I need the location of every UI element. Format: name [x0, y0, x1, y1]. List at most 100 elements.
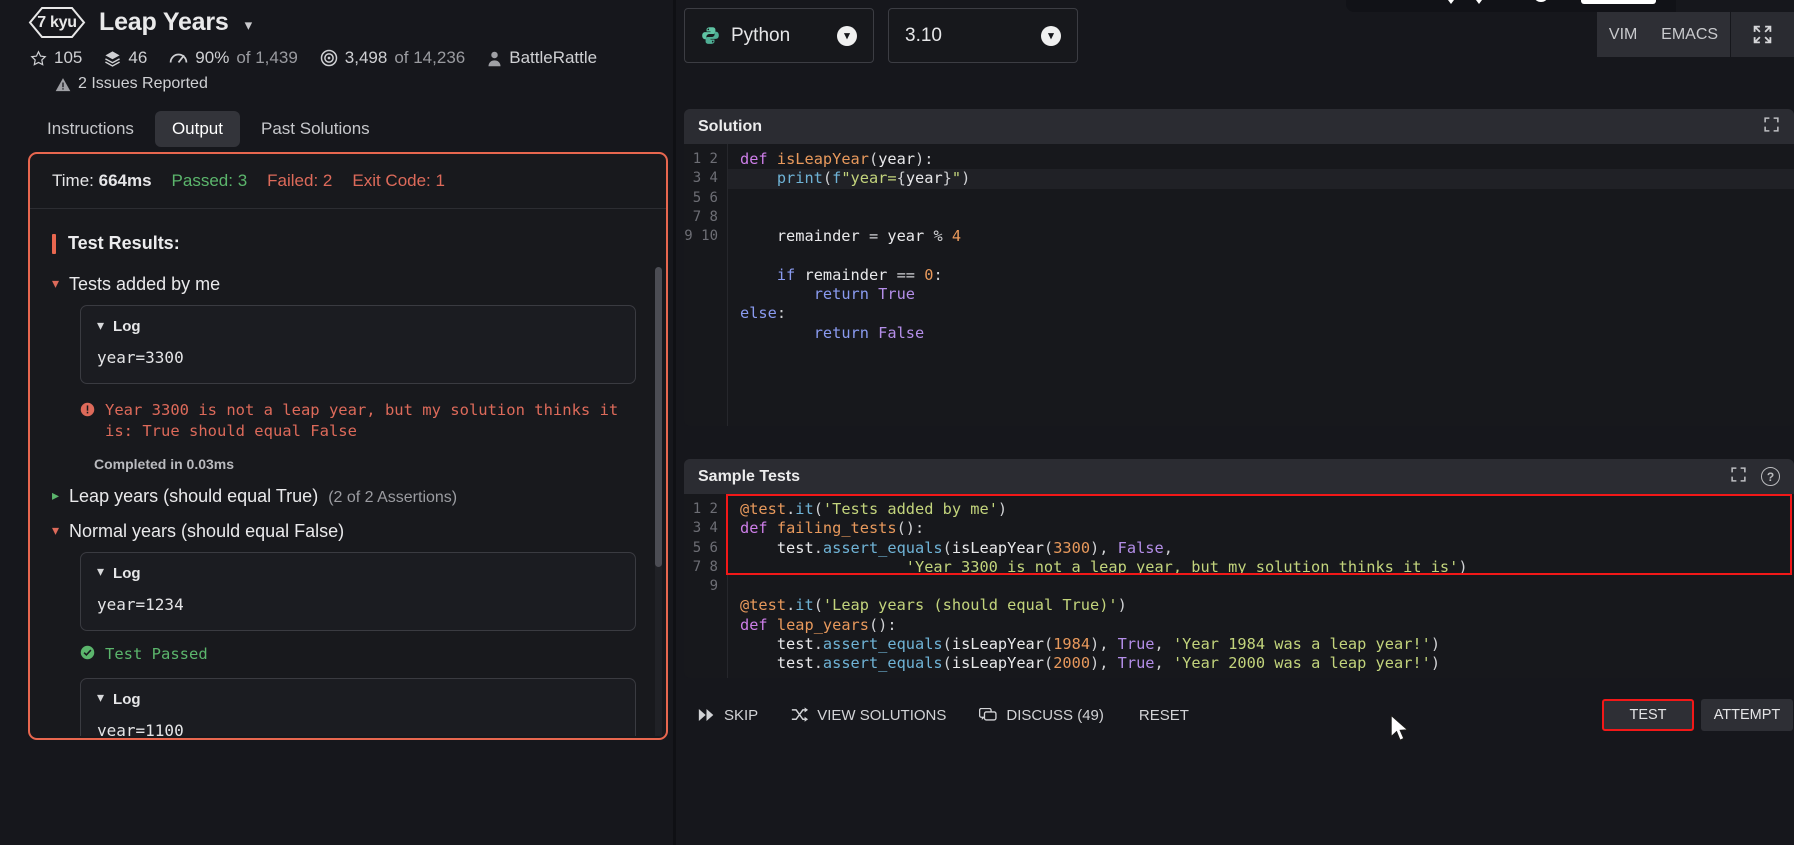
test-group-name: Normal years (should equal False)	[69, 520, 345, 541]
solution-code[interactable]: def isLeapYear(year): print(f"year={year…	[728, 144, 1794, 426]
output-panel: Time: 664ms Passed: 3 Failed: 2 Exit Cod…	[28, 152, 668, 740]
discuss-button-label: DISCUSS (49)	[1006, 706, 1104, 724]
skip-button[interactable]: SKIP	[684, 698, 772, 733]
fullscreen-icon	[1764, 116, 1779, 132]
tab-instructions[interactable]: Instructions	[30, 111, 151, 147]
solution-card-actions	[1763, 116, 1780, 138]
test-failure-message: Year 3300 is not a leap year, but my sol…	[80, 400, 646, 442]
chevron-right-icon[interactable]: ▸	[52, 488, 59, 502]
output-failed-count: Failed: 2	[267, 171, 333, 190]
stat-layers: 46	[104, 48, 147, 68]
codewars-kata-trainer: 7 kyu Leap Years ▾ 105 46 90% of 1,439 3…	[0, 0, 1794, 845]
test-passed-text: Test Passed	[105, 645, 208, 664]
stat-stars-value: 105	[54, 48, 83, 67]
log-box: ▾ Log year=1100	[80, 677, 636, 736]
target-icon	[320, 49, 338, 67]
stat-author[interactable]: BattleRattle	[487, 48, 597, 68]
test-group-header[interactable]: ▾ Tests added by me	[52, 274, 646, 295]
python-icon	[702, 27, 719, 44]
chevron-down-icon[interactable]: ▾	[245, 16, 253, 34]
output-passed-count: Passed: 3	[171, 171, 248, 190]
fullscreen-toggle-button[interactable]	[1731, 12, 1794, 57]
stat-solved-of: of 14,236	[394, 48, 466, 67]
solution-card: Solution 1 2 3 4 5 6 7 8 9 10 def isLeap…	[684, 109, 1794, 426]
error-icon	[80, 402, 95, 442]
expand-sample-tests-button[interactable]	[1730, 466, 1747, 488]
test-group-header[interactable]: ▾ Normal years (should equal False)	[52, 521, 646, 542]
left-pane: 7 kyu Leap Years ▾ 105 46 90% of 1,439 3…	[0, 0, 770, 845]
solution-card-header: Solution	[684, 109, 1794, 144]
attempt-button[interactable]: ATTEMPT	[1701, 699, 1793, 731]
fullscreen-icon	[1753, 25, 1772, 44]
log-header[interactable]: ▾ Log	[97, 564, 619, 582]
star-icon	[30, 49, 47, 66]
output-scrollbar[interactable]	[655, 267, 662, 736]
log-header[interactable]: ▾ Log	[97, 690, 619, 708]
log-value: year=1100	[97, 720, 184, 736]
test-results-label: Test Results:	[68, 233, 180, 253]
sample-tests-title: Sample Tests	[698, 467, 800, 485]
accent-bar	[52, 233, 56, 254]
log-value: year=3300	[97, 348, 184, 367]
skip-forward-icon	[698, 709, 714, 721]
tab-output[interactable]: Output	[154, 111, 240, 147]
layers-icon	[105, 50, 121, 67]
solution-line-numbers: 1 2 3 4 5 6 7 8 9 10	[684, 144, 728, 426]
version-select-value: 3.10	[905, 24, 942, 46]
skip-button-label: SKIP	[724, 706, 759, 724]
reset-button[interactable]: RESET	[1123, 698, 1203, 733]
stat-layers-value: 46	[128, 48, 148, 67]
sample-tests-card: Sample Tests ? 1 2 3 4 5 6 7 8 9 @test.i…	[684, 459, 1794, 678]
language-select[interactable]: Python ▾	[684, 8, 874, 63]
emacs-mode-button[interactable]: EMACS	[1661, 26, 1718, 44]
log-header[interactable]: ▾ Log	[97, 318, 619, 336]
sample-tests-card-header: Sample Tests ?	[684, 459, 1794, 494]
vim-mode-button[interactable]: VIM	[1609, 26, 1637, 44]
comments-icon	[979, 707, 997, 721]
chevron-down-icon[interactable]: ▾	[97, 564, 104, 578]
chevron-down-icon[interactable]: ▾	[97, 690, 104, 704]
issues-reported-label: 2 Issues Reported	[78, 75, 208, 92]
language-select-value: Python	[731, 24, 791, 46]
chevron-down-icon[interactable]: ▾	[52, 523, 59, 537]
solution-editor[interactable]: 1 2 3 4 5 6 7 8 9 10 def isLeapYear(year…	[684, 144, 1794, 426]
stat-author-name: BattleRattle	[509, 48, 598, 67]
output-time-label: Time:	[52, 171, 94, 190]
chevron-down-icon[interactable]: ▾	[52, 276, 59, 290]
chevron-down-icon: ▾	[1041, 25, 1061, 46]
gauge-icon	[170, 53, 188, 63]
kata-stats-row: 105 46 90% of 1,439 3,498 of 14,236 Batt…	[0, 39, 770, 68]
stat-solved-value: 3,498	[344, 48, 388, 67]
solution-title: Solution	[698, 117, 762, 135]
partial-button	[1581, 0, 1656, 4]
cut-off-toolbar-icons	[1346, 0, 1676, 12]
sample-tests-line-numbers: 1 2 3 4 5 6 7 8 9	[684, 494, 728, 678]
sample-tests-editor[interactable]: 1 2 3 4 5 6 7 8 9 @test.it('Tests added …	[684, 494, 1794, 678]
tab-past-solutions[interactable]: Past Solutions	[244, 111, 387, 147]
issues-reported-row[interactable]: 2 Issues Reported	[0, 68, 770, 93]
test-results-header: Test Results:	[52, 233, 646, 254]
chevron-down-icon[interactable]: ▾	[97, 318, 104, 332]
output-summary-bar: Time: 664ms Passed: 3 Failed: 2 Exit Cod…	[30, 154, 666, 209]
editor-mode-toggle: VIM EMACS	[1597, 12, 1730, 57]
test-failure-text: Year 3300 is not a leap year, but my sol…	[105, 401, 619, 440]
output-time-value: 664ms	[98, 171, 152, 190]
test-group-header[interactable]: ▸ Leap years (should equal True) (2 of 2…	[52, 486, 646, 507]
test-group-assertions: (2 of 2 Assertions)	[328, 488, 458, 506]
sample-tests-code[interactable]: @test.it('Tests added by me') def failin…	[728, 494, 1794, 678]
output-scrollbar-thumb[interactable]	[655, 267, 662, 567]
test-button[interactable]: TEST	[1602, 699, 1694, 731]
view-solutions-button[interactable]: VIEW SOLUTIONS	[777, 698, 960, 733]
help-icon[interactable]: ?	[1761, 467, 1780, 486]
kyu-rank-badge: 7 kyu	[28, 6, 86, 39]
version-select[interactable]: 3.10 ▾	[888, 8, 1078, 63]
discuss-button[interactable]: DISCUSS (49)	[965, 698, 1118, 733]
right-pane: Python ▾ 3.10 ▾ VIM EMACS Solution 1 2 3…	[676, 0, 1794, 845]
stat-completion-of: of 1,439	[236, 48, 298, 67]
log-label: Log	[113, 690, 141, 708]
output-body: Test Results: ▾ Tests added by me ▾ Log …	[30, 209, 666, 736]
chevron-down-icon: ▾	[837, 25, 857, 46]
view-solutions-label: VIEW SOLUTIONS	[817, 706, 947, 724]
check-circle-icon	[80, 645, 95, 664]
expand-solution-button[interactable]	[1763, 116, 1780, 138]
